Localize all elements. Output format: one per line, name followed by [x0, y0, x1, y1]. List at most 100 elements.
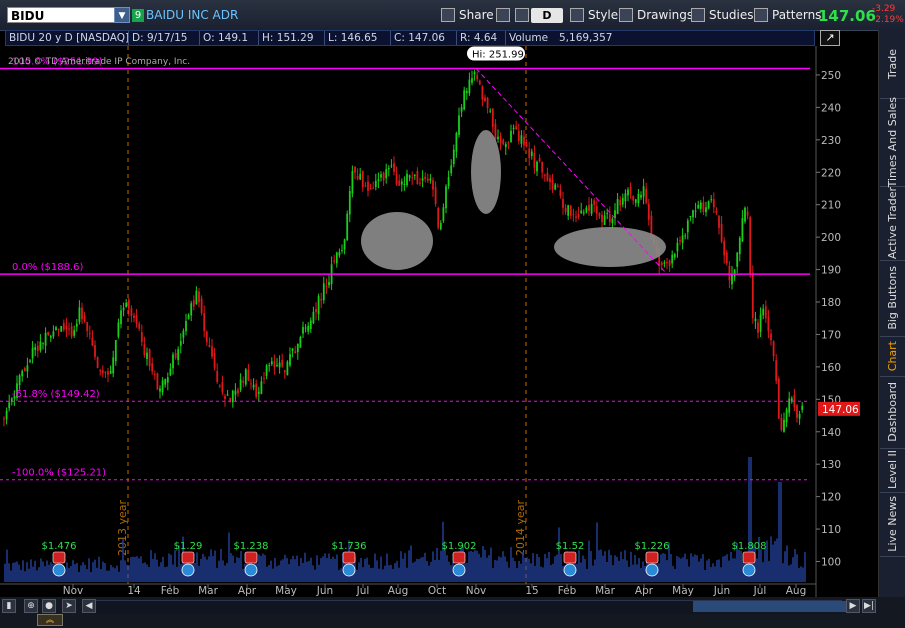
earnings-icon[interactable] — [244, 551, 258, 564]
x-axis-tick-label: Feb — [161, 585, 180, 597]
candle-body — [502, 139, 505, 145]
aggregation-button[interactable]: D — [531, 8, 563, 23]
tab-big-buttons[interactable]: Big Buttons — [880, 260, 905, 337]
cursor-icon[interactable]: ➤ — [62, 599, 76, 613]
candle-body — [499, 136, 502, 144]
candle-body — [127, 299, 130, 309]
tab-active-trader[interactable]: Active Trader — [880, 186, 905, 261]
candle-body — [718, 216, 720, 228]
pencil-icon — [619, 8, 633, 22]
dividend-icon[interactable] — [181, 563, 195, 577]
candle-body — [611, 218, 614, 224]
candle-body — [283, 370, 286, 373]
bar-close: C: 147.06 — [394, 32, 445, 44]
candle-body — [276, 364, 278, 366]
candle-body — [468, 79, 471, 94]
tab-times-and-sales[interactable]: Times And Sales — [880, 97, 905, 187]
expand-up-icon[interactable]: ︽ — [37, 614, 63, 626]
x-axis-tick-label: 14 — [127, 585, 141, 597]
earnings-icon[interactable] — [342, 551, 356, 564]
price-chart[interactable]: 2013 year 2014 year 100.0% ($251.99)0.0% … — [0, 46, 878, 598]
zoom-in-icon[interactable]: ⊕ — [24, 599, 38, 613]
dividend-icon[interactable] — [742, 563, 756, 577]
candle-body — [338, 252, 341, 256]
candle-body — [125, 302, 128, 308]
candle-body — [564, 207, 567, 213]
candle-body — [746, 211, 749, 216]
candle-body — [185, 320, 187, 332]
dividend-icon[interactable] — [342, 563, 356, 577]
candle-body — [764, 306, 767, 319]
y-axis-tick-label: 210 — [821, 200, 841, 212]
dividend-icon[interactable] — [645, 563, 659, 577]
candle-body — [361, 171, 364, 188]
pattern-ellipse-annotation — [554, 227, 666, 267]
candle-body — [484, 97, 486, 102]
candle-body — [252, 384, 255, 388]
candle-body — [465, 90, 468, 94]
earnings-icon[interactable] — [563, 551, 577, 564]
scrollbar-thumb[interactable] — [693, 601, 847, 612]
tab-level-ii[interactable]: Level II — [880, 448, 905, 493]
link-group-badge[interactable]: 9 — [132, 9, 144, 22]
share-button[interactable]: Share — [437, 6, 498, 24]
tab-trade[interactable]: Trade — [880, 30, 905, 99]
earnings-icon[interactable] — [52, 551, 66, 564]
y-axis-tick-label: 120 — [821, 492, 841, 504]
wrench-tool-button[interactable] — [511, 6, 529, 24]
dividend-icon[interactable] — [52, 563, 66, 577]
candle-body — [541, 161, 544, 173]
chart-settings-icon[interactable]: ↗ — [820, 30, 840, 46]
candle-body — [231, 390, 234, 403]
earnings-icon[interactable] — [645, 551, 659, 564]
candle-body — [512, 127, 515, 129]
candle-body — [536, 161, 538, 172]
tab-dashboard[interactable]: Dashboard — [880, 376, 905, 449]
candle-body — [140, 331, 143, 343]
studies-button[interactable]: Studies — [687, 6, 758, 24]
candle-body — [36, 345, 39, 351]
candle-body — [741, 218, 744, 242]
symbol-input[interactable]: BIDU — [7, 7, 117, 23]
tab-chart[interactable]: Chart — [880, 336, 905, 377]
tab-live-news[interactable]: Live News — [880, 492, 905, 557]
candle-body — [684, 235, 687, 237]
drawings-button[interactable]: Drawings — [615, 6, 697, 24]
earnings-icon[interactable] — [181, 551, 195, 564]
candle-body — [278, 362, 281, 368]
candle-body — [91, 337, 94, 346]
scroll-right-icon[interactable]: ▶ — [846, 599, 860, 613]
tab-label: Trade — [886, 48, 899, 80]
panel-toggle-button[interactable]: ▮ — [2, 599, 16, 613]
style-button[interactable]: Style — [566, 6, 622, 24]
candle-body — [749, 217, 752, 274]
dividend-icon[interactable] — [563, 563, 577, 577]
patterns-button[interactable]: Patterns — [750, 6, 825, 24]
candle-body — [120, 310, 122, 325]
candle-body — [260, 381, 263, 394]
candle-body — [671, 254, 674, 264]
earnings-icon[interactable] — [742, 551, 756, 564]
candle-body — [151, 363, 154, 372]
candle-body — [673, 253, 676, 258]
candle-body — [546, 172, 549, 182]
dividend-icon[interactable] — [244, 563, 258, 577]
y-axis-tick-label: 230 — [821, 135, 841, 147]
candle-body — [81, 307, 83, 320]
candle-body — [393, 163, 395, 172]
scroll-end-icon[interactable]: ▶| — [862, 599, 876, 613]
candle-body — [595, 205, 598, 214]
zoom-out-icon[interactable]: ● — [42, 599, 56, 613]
y-axis-tick-label: 180 — [821, 297, 841, 309]
chevron-down-icon[interactable]: ▼ — [114, 7, 130, 23]
last-price: 147.06 — [818, 7, 876, 25]
candle-body — [707, 201, 710, 209]
candle-body — [346, 213, 349, 241]
crosshair-tool-button[interactable] — [492, 6, 510, 24]
candle-body — [343, 239, 346, 250]
candle-body — [416, 170, 419, 185]
dividend-icon[interactable] — [452, 563, 466, 577]
scroll-left-icon[interactable]: ◀ — [82, 599, 96, 613]
candle-body — [567, 205, 570, 216]
earnings-icon[interactable] — [452, 551, 466, 564]
